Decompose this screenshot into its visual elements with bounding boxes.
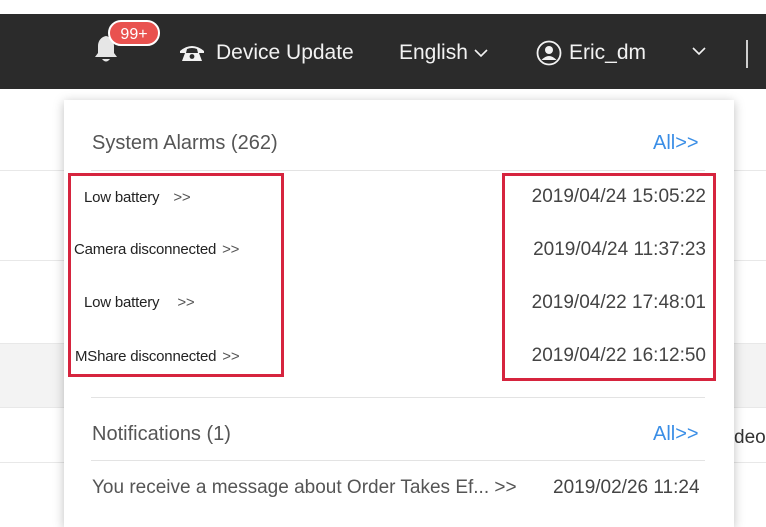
phone-icon bbox=[180, 46, 204, 61]
language-label: English bbox=[399, 41, 468, 64]
notification-time: 2019/02/26 11:24 bbox=[553, 477, 700, 498]
user-menu[interactable]: Eric_dm bbox=[536, 36, 646, 70]
device-update-button[interactable]: Device Update bbox=[178, 36, 354, 70]
language-selector[interactable]: English bbox=[399, 36, 488, 70]
user-name-label: Eric_dm bbox=[569, 41, 647, 64]
section-divider bbox=[91, 460, 705, 461]
alarm-count-badge: 99+ bbox=[108, 20, 160, 46]
section-divider bbox=[91, 397, 705, 398]
user-circle-icon bbox=[536, 40, 562, 66]
system-alarms-title: System Alarms (262) bbox=[92, 132, 278, 154]
device-update-label: Device Update bbox=[216, 41, 354, 64]
highlight-box-alarm-times bbox=[502, 173, 716, 381]
background-table-text: deo bbox=[734, 427, 766, 448]
system-alarms-all-link[interactable]: All>> bbox=[653, 132, 699, 155]
notification-item-link[interactable]: You receive a message about Order Takes … bbox=[92, 477, 517, 499]
highlight-box-alarm-names bbox=[68, 173, 284, 377]
notifications-title: Notifications (1) bbox=[92, 423, 231, 445]
section-divider bbox=[91, 170, 705, 171]
chevron-down-icon[interactable] bbox=[692, 46, 706, 56]
notifications-all-link[interactable]: All>> bbox=[653, 423, 699, 446]
nav-divider bbox=[746, 40, 748, 68]
chevron-down-icon bbox=[474, 49, 488, 58]
